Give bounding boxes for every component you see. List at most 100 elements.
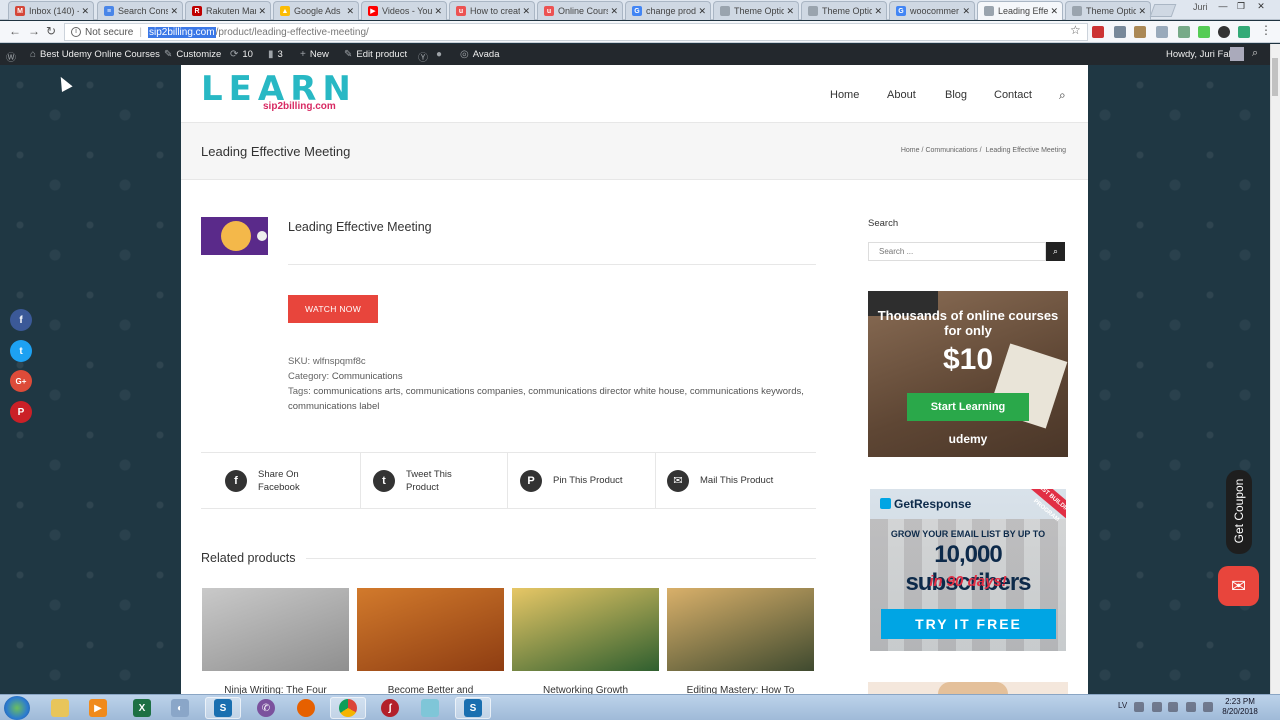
taskbar-notes-icon[interactable] — [412, 697, 448, 719]
browser-tab[interactable]: Theme Optio ✕ — [801, 1, 887, 20]
tray-language[interactable]: LV — [1118, 701, 1127, 710]
browser-tab[interactable]: ≡ Search Conso✕ — [97, 1, 183, 20]
browser-tab[interactable]: Gwoocommer ✕ — [889, 1, 975, 20]
share-mail[interactable]: ✉ Mail This Product — [667, 453, 807, 508]
tab-close-icon[interactable]: ✕ — [81, 6, 89, 17]
tab-close-icon[interactable]: ✕ — [258, 6, 266, 17]
tab-close-icon[interactable]: ✕ — [610, 6, 618, 17]
getresponse-ad-banner[interactable]: GetResponse LIST BUILDING PROGRAM GROW Y… — [870, 489, 1066, 651]
maximize-icon[interactable]: ❐ — [1234, 1, 1248, 13]
related-product-image[interactable] — [667, 588, 814, 671]
extension-bars-icon[interactable] — [1198, 26, 1210, 38]
share-twitter[interactable]: t Tweet This Product — [373, 453, 483, 508]
admin-site-name[interactable]: ⌂ Best Udemy Online Courses — [30, 49, 160, 60]
related-product-title[interactable]: Editing Mastery: How To — [667, 685, 814, 694]
browser-tab[interactable]: Theme Optio ✕ — [713, 1, 799, 20]
taskbar-firefox-icon[interactable] — [288, 697, 324, 719]
taskbar-chrome-icon[interactable] — [330, 697, 366, 719]
float-google-plus-icon[interactable]: G+ — [10, 370, 32, 392]
tab-close-icon[interactable]: ✕ — [786, 6, 794, 17]
float-mail-icon[interactable]: ✉ — [1218, 566, 1259, 606]
wordpress-logo-icon[interactable]: Ⓦ — [6, 49, 16, 64]
extension-tools-icon[interactable] — [1114, 26, 1126, 38]
url-input[interactable]: i Not secure | sip2billing.com /product/… — [64, 23, 1088, 41]
taskbar-explorer-icon[interactable] — [42, 697, 78, 719]
nav-home[interactable]: Home — [830, 89, 859, 101]
tab-close-icon[interactable]: ✕ — [522, 6, 530, 17]
extension-pdf-icon[interactable] — [1092, 26, 1104, 38]
browser-tab[interactable]: u How to creat ✕ — [449, 1, 535, 20]
taskbar-clock[interactable]: 2:23 PM 8/20/2018 — [1220, 697, 1260, 717]
extension-shield-icon[interactable] — [1156, 26, 1168, 38]
taskbar-media-icon[interactable]: ▶ — [80, 697, 116, 719]
browser-tab[interactable]: ▶ Videos - You ✕ — [361, 1, 447, 20]
start-learning-button[interactable]: Start Learning — [907, 393, 1029, 421]
admin-new[interactable]: + New — [300, 49, 329, 60]
nav-about[interactable]: About — [887, 89, 916, 101]
admin-customize[interactable]: ✎ Customize — [164, 49, 221, 60]
breadcrumb-category[interactable]: Communications — [925, 147, 977, 154]
tab-close-icon[interactable]: ✕ — [170, 6, 178, 17]
related-product-title[interactable]: Ninja Writing: The Four — [202, 685, 349, 694]
browser-menu-icon[interactable]: ⋮ — [1260, 23, 1272, 37]
search-icon[interactable]: ⌕ — [1059, 88, 1066, 103]
tab-close-icon[interactable]: ✕ — [698, 6, 706, 17]
site-logo[interactable]: LEARN sip2billing.com — [201, 71, 357, 112]
browser-tab[interactable]: Theme Optio ✕ — [1065, 1, 1151, 20]
tab-close-icon[interactable]: ✕ — [1138, 6, 1146, 17]
browser-tab[interactable]: R Rakuten Mar ✕ — [185, 1, 271, 20]
extension-green-icon[interactable] — [1238, 26, 1250, 38]
yoast-icon[interactable]: Ⓨ — [418, 49, 428, 64]
tray-power-icon[interactable] — [1203, 702, 1213, 712]
bookmark-star-icon[interactable]: ☆ — [1070, 23, 1081, 37]
try-it-free-button[interactable]: TRY IT FREE — [881, 609, 1056, 639]
page-scrollbar[interactable] — [1270, 44, 1280, 694]
float-twitter-icon[interactable]: t — [10, 340, 32, 362]
tab-close-icon[interactable]: ✕ — [1050, 6, 1058, 17]
sidebar-search-button[interactable]: ⌕ — [1046, 242, 1065, 261]
avatar[interactable] — [1230, 47, 1244, 61]
share-facebook[interactable]: f Share On Facebook — [225, 453, 335, 508]
admin-updates[interactable]: ⟳ 10 — [230, 49, 253, 60]
browser-tab[interactable]: M Inbox (140) - ✕ — [8, 1, 94, 20]
tray-network-icon[interactable] — [1152, 702, 1162, 712]
get-coupon-button[interactable]: Get Coupon — [1226, 470, 1252, 554]
admin-greeting[interactable]: Howdy, Juri Fab — [1166, 49, 1234, 60]
sidebar-ad-partial[interactable] — [868, 682, 1068, 694]
float-pinterest-icon[interactable]: P — [10, 401, 32, 423]
info-icon[interactable]: i — [71, 27, 81, 37]
related-product-image[interactable] — [202, 588, 349, 671]
related-product-title[interactable]: Networking Growth — [512, 685, 659, 694]
start-button[interactable] — [4, 696, 30, 720]
new-tab-button[interactable] — [1149, 4, 1177, 17]
taskbar-viber-icon[interactable]: ✆ — [248, 697, 284, 719]
close-window-icon[interactable]: ✕ — [1254, 1, 1268, 13]
tray-chevron-icon[interactable] — [1134, 702, 1144, 712]
extension-puzzle-icon[interactable] — [1134, 26, 1146, 38]
forward-arrow-icon[interactable]: → — [28, 24, 40, 38]
share-pinterest[interactable]: P Pin This Product — [520, 453, 640, 508]
sidebar-search-input[interactable] — [868, 242, 1046, 261]
browser-tab[interactable]: Leading Effec ✕ — [977, 1, 1063, 20]
tab-close-icon[interactable]: ✕ — [962, 6, 970, 17]
related-product-image[interactable] — [357, 588, 504, 671]
product-image[interactable] — [201, 217, 268, 255]
tab-close-icon[interactable]: ✕ — [874, 6, 882, 17]
page-scrollbar-thumb[interactable] — [1272, 58, 1278, 96]
breadcrumb-home[interactable]: Home — [901, 147, 920, 154]
tray-volume-icon[interactable] — [1186, 702, 1196, 712]
category-link[interactable]: Communications — [332, 371, 403, 382]
browser-tab[interactable]: Gchange prod ✕ — [625, 1, 711, 20]
taskbar-app-icon[interactable]: ◐ — [162, 697, 198, 719]
nav-contact[interactable]: Contact — [994, 89, 1032, 101]
browser-tab[interactable]: ▲ Google Ads ✕ — [273, 1, 359, 20]
extension-badge-icon[interactable] — [1178, 26, 1190, 38]
tags-links[interactable]: communications arts, communications comp… — [288, 386, 804, 412]
extension-dot-icon[interactable] — [1218, 26, 1230, 38]
taskbar-snagit-editor-icon[interactable]: S — [455, 697, 491, 719]
admin-avada[interactable]: ◎ Avada — [460, 49, 500, 60]
reload-icon[interactable]: ↻ — [46, 24, 56, 38]
browser-tab[interactable]: u Online Cours ✕ — [537, 1, 623, 20]
admin-comments[interactable]: ▮ 3 — [268, 49, 283, 60]
nav-blog[interactable]: Blog — [945, 89, 967, 101]
